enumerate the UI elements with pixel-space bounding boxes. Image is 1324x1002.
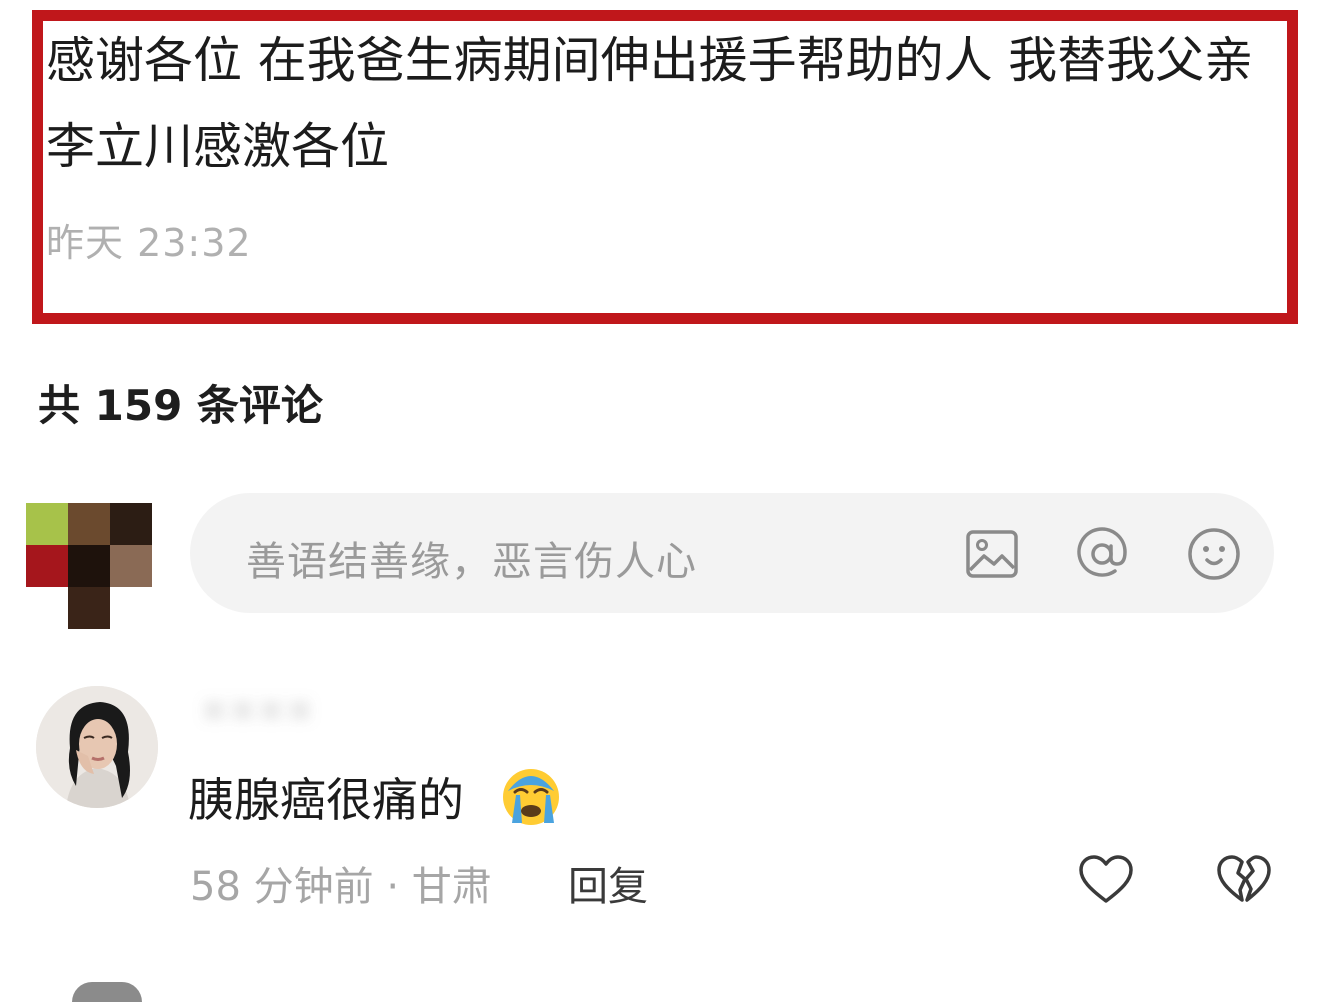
post-timestamp: 昨天 23:32 (46, 221, 252, 265)
at-icon[interactable] (1074, 526, 1130, 582)
image-icon[interactable] (964, 526, 1020, 582)
commenter-avatar[interactable] (36, 686, 158, 808)
next-comment-avatar-partial (72, 982, 142, 1002)
reply-button[interactable]: 回复 (568, 854, 648, 912)
current-user-avatar[interactable] (26, 503, 152, 631)
comment-input-placeholder: 善语结善缘，恶言伤人心 (246, 539, 697, 585)
broken-heart-icon[interactable] (1216, 852, 1272, 908)
emoji-icon[interactable] (1186, 526, 1242, 582)
comment-text: 胰腺癌很痛的 (188, 773, 464, 827)
commenter-portrait-icon (36, 686, 158, 808)
comment-input[interactable]: 善语结善缘，恶言伤人心 (190, 493, 1274, 613)
post-text: 感谢各位 在我爸生病期间伸出援手帮助的人 我替我父亲李立川感激各位 (46, 32, 1254, 175)
comment-meta: 58 分钟前 · 甘肃 (190, 864, 492, 910)
crying-face-emoji (503, 769, 559, 825)
commenter-username-blurred[interactable]: ×××× (200, 690, 314, 730)
comment-count-heading: 共 159 条评论 (38, 381, 323, 430)
heart-icon[interactable] (1078, 852, 1134, 908)
